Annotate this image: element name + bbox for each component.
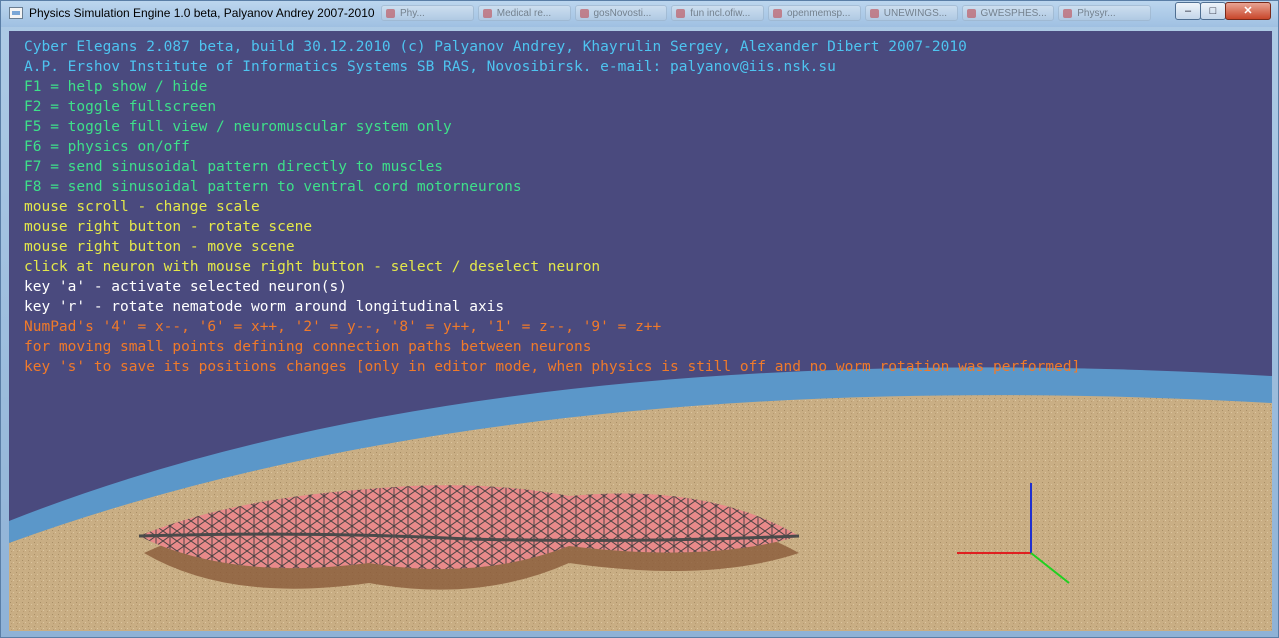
app-window-icon [9, 7, 23, 19]
help-line: F7 = send sinusoidal pattern directly to… [24, 159, 444, 175]
minimize-button[interactable]: – [1175, 2, 1201, 20]
help-line: F6 = physics on/off [24, 139, 190, 155]
background-tab: fun incl.ofiw... [671, 5, 764, 21]
help-line: click at neuron with mouse right button … [24, 259, 601, 275]
help-line: mouse right button - rotate scene [24, 219, 313, 235]
background-tab: GWESPHES... [961, 5, 1055, 21]
maximize-button[interactable]: □ [1200, 2, 1226, 20]
background-taskbar-tabs: Phy... Medical re... gosNovosti... fun incl… [381, 5, 1151, 23]
title-bar[interactable]: Physics Simulation Engine 1.0 beta, Paly… [1, 1, 1278, 27]
help-line: F2 = toggle fullscreen [24, 99, 217, 115]
help-overlay: Cyber Elegans 2.087 beta, build 30.12.20… [24, 37, 1080, 377]
help-line: key 'r' - rotate nematode worm around lo… [24, 299, 505, 315]
background-tab: UNEWINGS... [864, 5, 958, 21]
background-tab: gosNovosti... [574, 5, 668, 21]
help-line: A.P. Ershov Institute of Informatics Sys… [24, 59, 836, 75]
help-line: key 'a' - activate selected neuron(s) [24, 279, 348, 295]
help-line: F8 = send sinusoidal pattern to ventral … [24, 179, 522, 195]
help-line: F5 = toggle full view / neuromuscular sy… [24, 119, 452, 135]
background-tab: Physyr... [1058, 5, 1151, 21]
simulation-viewport[interactable]: Cyber Elegans 2.087 beta, build 30.12.20… [9, 31, 1272, 631]
help-line: mouse right button - move scene [24, 239, 295, 255]
help-line: mouse scroll - change scale [24, 199, 260, 215]
help-line: for moving small points defining connect… [24, 339, 592, 355]
help-line: NumPad's '4' = x--, '6' = x++, '2' = y--… [24, 319, 662, 335]
help-line: key 's' to save its positions changes [o… [24, 359, 1081, 375]
background-tab: Medical re... [477, 5, 571, 21]
app-window: Physics Simulation Engine 1.0 beta, Paly… [0, 0, 1279, 638]
background-tab: openmemsp... [768, 5, 861, 21]
window-title: Physics Simulation Engine 1.0 beta, Paly… [29, 6, 375, 20]
background-tab: Phy... [381, 5, 474, 21]
help-line: F1 = help show / hide [24, 79, 208, 95]
help-line: Cyber Elegans 2.087 beta, build 30.12.20… [24, 39, 967, 55]
close-button[interactable]: ✕ [1225, 2, 1271, 20]
